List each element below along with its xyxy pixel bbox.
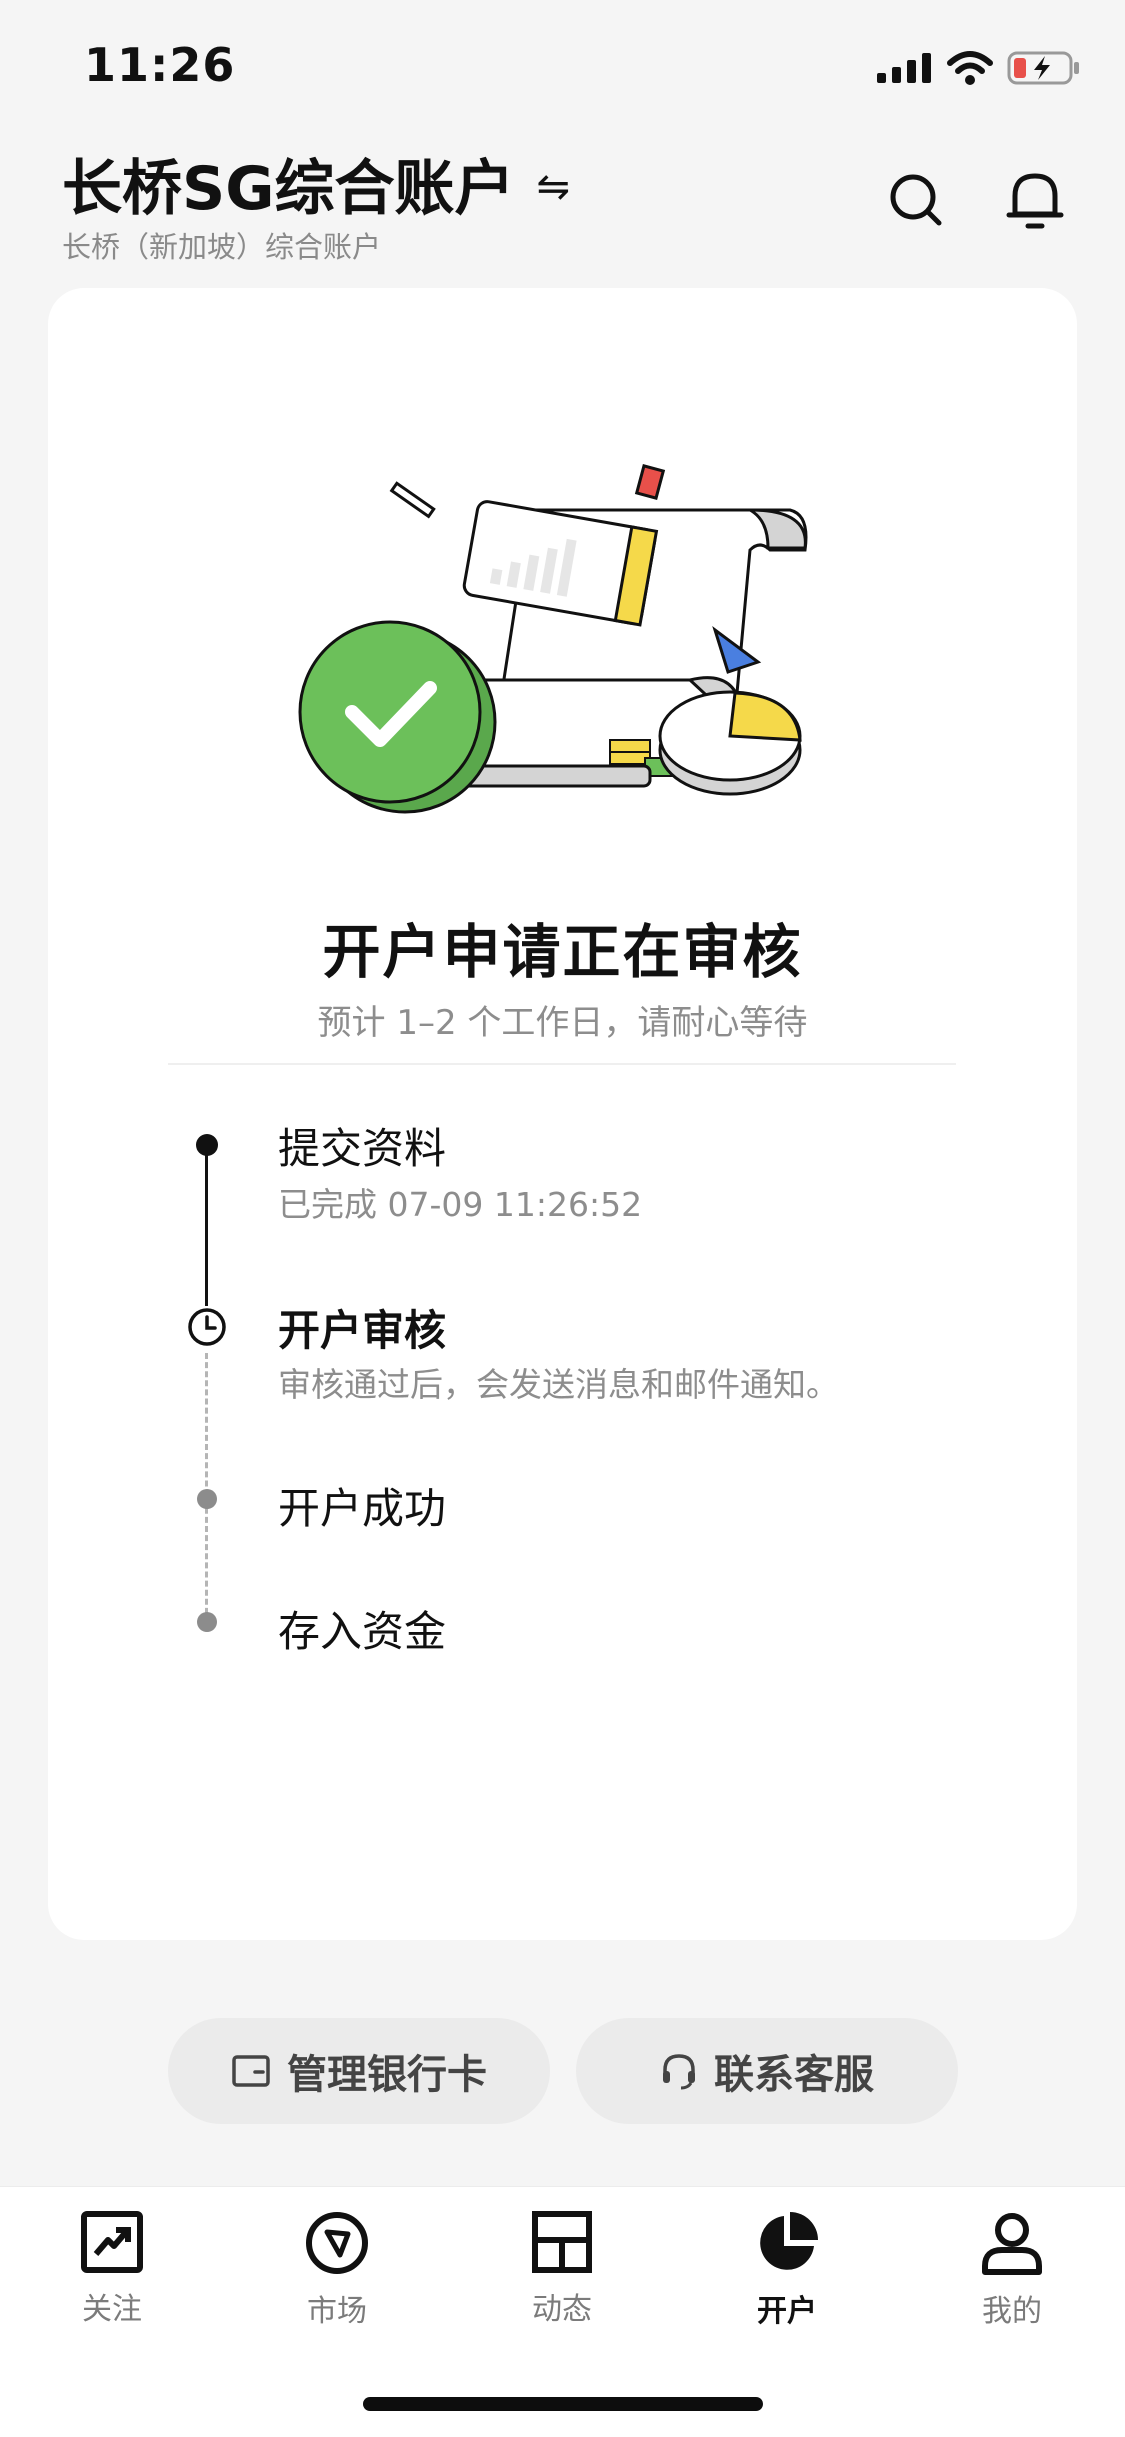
wifi-icon	[947, 51, 993, 85]
tab-label: 动态	[532, 2292, 592, 2327]
switch-account-icon[interactable]: ⇋	[536, 164, 570, 210]
pie-chart-icon	[760, 2212, 818, 2270]
manage-bank-cards-label: 管理银行卡	[287, 2052, 487, 2098]
contact-support-label: 联系客服	[714, 2052, 874, 2098]
divider	[168, 1063, 956, 1065]
account-subtitle: 长桥（新加坡）综合账户	[62, 230, 382, 264]
profile-icon	[982, 2213, 1042, 2275]
watchlist-chart-icon	[81, 2211, 143, 2273]
account-title[interactable]: 长桥SG综合账户 ⇋	[62, 140, 570, 227]
notifications-button[interactable]	[995, 160, 1075, 240]
tab-label: 开户	[757, 2294, 817, 2329]
tab-watchlist[interactable]: 关注	[32, 2210, 192, 2328]
headset-icon	[663, 2054, 695, 2090]
account-title-text: 长桥SG综合账户	[62, 154, 515, 224]
clock-icon	[186, 1306, 228, 1348]
home-indicator	[363, 2397, 763, 2411]
review-title: 开户申请正在审核	[322, 918, 803, 986]
signal-icon	[877, 53, 931, 83]
step-done-dot	[196, 1134, 218, 1156]
step-desc-submit: 已完成 07-09 11:26:52	[278, 1185, 643, 1224]
compass-icon	[306, 2212, 368, 2274]
step-pending-dot	[197, 1612, 217, 1632]
tab-label: 关注	[82, 2292, 142, 2327]
battery-charging-icon	[1007, 51, 1079, 85]
application-review-illustration	[298, 464, 808, 814]
tab-profile[interactable]: 我的	[932, 2210, 1092, 2330]
timeline-line-completed	[205, 1148, 208, 1308]
search-icon	[890, 174, 942, 226]
contact-support-button[interactable]: 联系客服	[576, 2018, 958, 2124]
status-time: 11:26	[84, 38, 236, 92]
review-subtitle: 预计 1–2 个工作日，请耐心等待	[317, 1003, 808, 1043]
timeline-line-pending	[205, 1353, 208, 1623]
step-desc-review: 审核通过后，会发送消息和邮件通知。	[278, 1365, 839, 1404]
step-pending-dot	[197, 1489, 217, 1509]
wallet-icon	[232, 2055, 270, 2087]
manage-bank-cards-button[interactable]: 管理银行卡	[168, 2018, 550, 2124]
tab-open-account[interactable]: 开户	[707, 2210, 867, 2330]
tab-market[interactable]: 市场	[257, 2210, 417, 2330]
search-button[interactable]	[876, 160, 956, 240]
status-icons	[877, 50, 1081, 86]
step-title-submit: 提交资料	[278, 1124, 447, 1173]
feed-grid-icon	[532, 2211, 592, 2273]
step-title-deposit: 存入资金	[278, 1607, 447, 1656]
tab-label: 我的	[982, 2294, 1042, 2329]
step-title-success: 开户成功	[278, 1484, 447, 1533]
step-title-review: 开户审核	[278, 1306, 447, 1355]
tab-label: 市场	[307, 2294, 367, 2329]
tab-feed[interactable]: 动态	[482, 2210, 642, 2328]
bell-icon	[1006, 173, 1064, 229]
